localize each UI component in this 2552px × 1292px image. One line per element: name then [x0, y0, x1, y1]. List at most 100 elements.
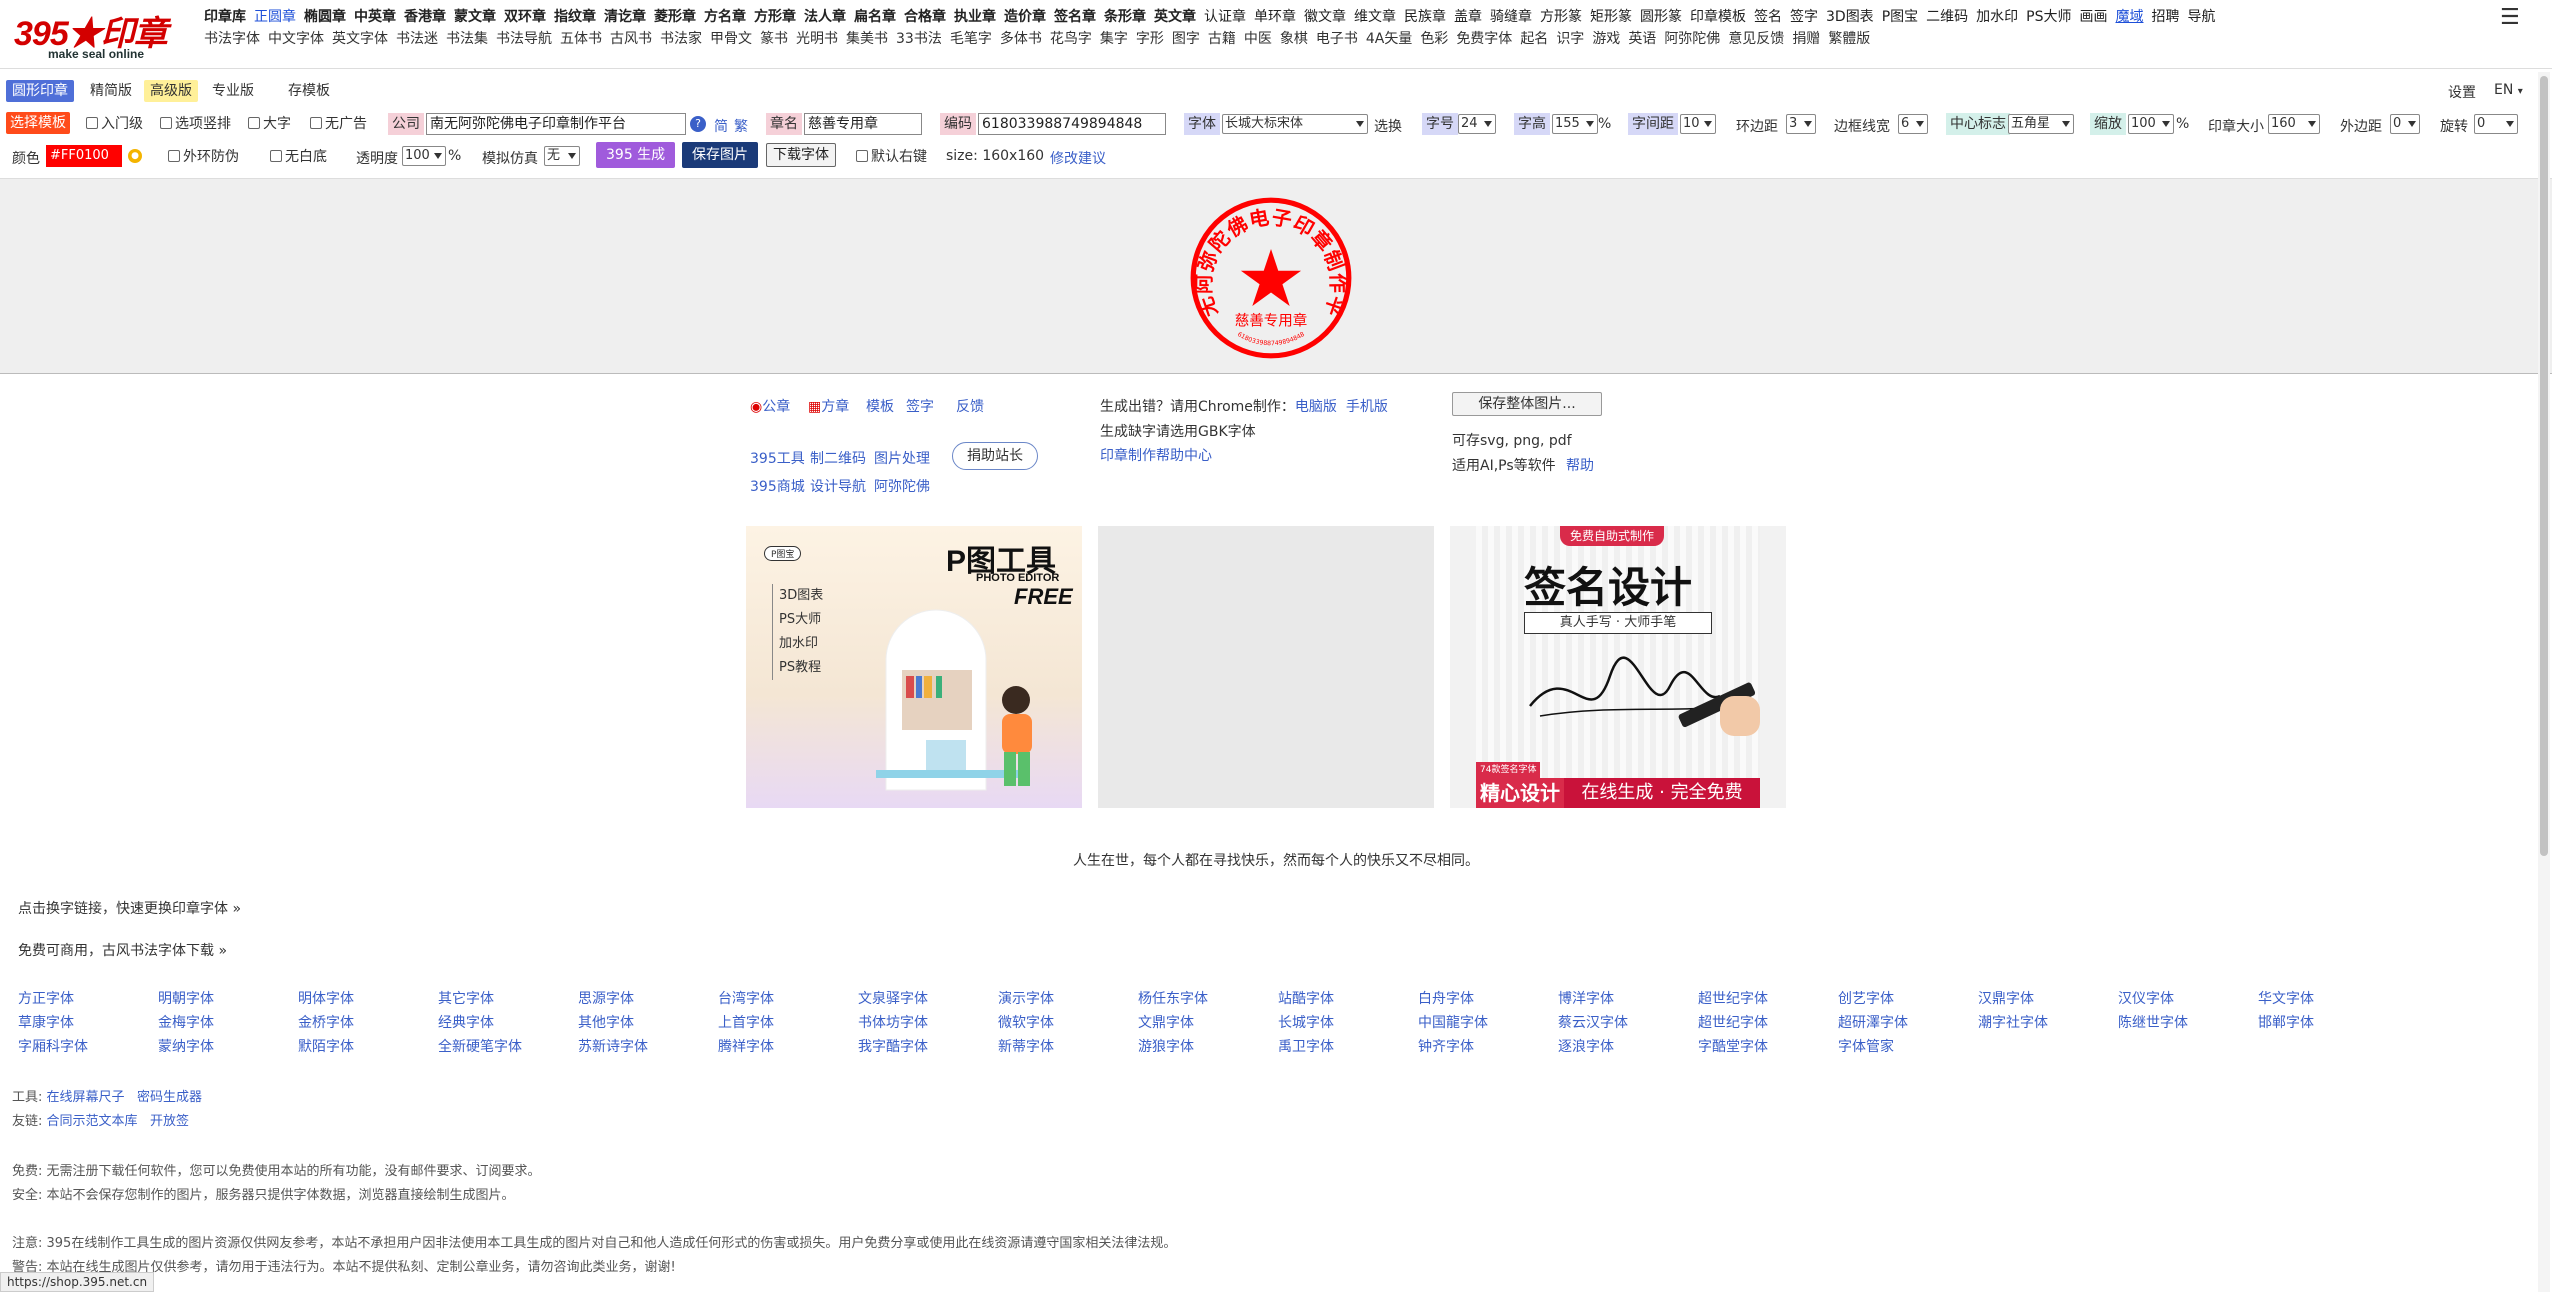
signature-design-banner[interactable]: 免费自助式制作 签名设计 真人手写 · 大师手笔 74款签名字体 精心设计 在线… [1450, 526, 1786, 808]
nav-item[interactable]: 签字 [1790, 6, 1818, 26]
nav-item[interactable]: 中文字体 [268, 28, 324, 48]
simplified-link[interactable]: 简 [714, 116, 728, 136]
border-width-select[interactable]: 6 [1898, 114, 1928, 134]
font-category-link[interactable]: 文泉驿字体 [858, 988, 928, 1008]
font-category-link[interactable]: 方正字体 [18, 988, 74, 1008]
save-image-button[interactable]: 保存图片 [682, 142, 758, 168]
traditional-link[interactable]: 繁 [734, 116, 748, 136]
nav-item[interactable]: 扁名章 [854, 6, 896, 26]
tools-link[interactable]: 395工具 [750, 448, 805, 468]
checkbox-box[interactable] [248, 117, 260, 129]
company-input[interactable]: 南无阿弥陀佛电子印章制作平台 [426, 113, 686, 135]
font-category-link[interactable]: 经典字体 [438, 1012, 494, 1032]
no-ads-checkbox[interactable]: 无广告 [310, 112, 367, 134]
nav-item[interactable]: 合格章 [904, 6, 946, 26]
help-center-link[interactable]: 印章制作帮助中心 [1100, 445, 1212, 465]
nav-item[interactable]: 起名 [1520, 28, 1548, 48]
save-all-image-button[interactable]: 保存整体图片... [1452, 392, 1602, 416]
nav-item[interactable]: 书法字体 [204, 28, 260, 48]
nav-item[interactable]: 集字 [1100, 28, 1128, 48]
scrollbar-thumb[interactable] [2540, 76, 2548, 856]
nav-item[interactable]: 色彩 [1420, 28, 1448, 48]
font-category-link[interactable]: 超世纪字体 [1698, 1012, 1768, 1032]
font-category-link[interactable]: 游狼字体 [1138, 1036, 1194, 1056]
entry-level-checkbox[interactable]: 入门级 [86, 112, 143, 134]
nav-item[interactable]: 方形篆 [1540, 6, 1582, 26]
font-category-link[interactable]: 草康字体 [18, 1012, 74, 1032]
tab-lite[interactable]: 精简版 [84, 80, 138, 102]
nav-item[interactable]: 二维码 [1926, 6, 1968, 26]
nav-item[interactable]: 骑缝章 [1490, 6, 1532, 26]
nav-item[interactable]: 魔域 [2115, 6, 2143, 26]
font-category-link[interactable]: 超世纪字体 [1698, 988, 1768, 1008]
outer-ring-security-checkbox[interactable]: 外环防伪 [168, 145, 239, 167]
nav-item[interactable]: 多体书 [1000, 28, 1042, 48]
nav-item[interactable]: 游戏 [1592, 28, 1620, 48]
contract-library-link[interactable]: 合同示范文本库 [47, 1114, 138, 1129]
nav-item[interactable]: 画画 [2079, 6, 2107, 26]
nav-item[interactable]: 33书法 [896, 28, 942, 48]
nav-item[interactable]: 识字 [1556, 28, 1584, 48]
square-seal-link[interactable]: ▦方章 [808, 396, 849, 416]
font-category-link[interactable]: 文鼎字体 [1138, 1012, 1194, 1032]
checkbox-box[interactable] [160, 117, 172, 129]
nav-item[interactable]: 签名 [1754, 6, 1782, 26]
nav-item[interactable]: 签名章 [1054, 6, 1096, 26]
nav-item[interactable]: P图宝 [1882, 6, 1918, 26]
photo-editor-banner[interactable]: P图宝 P图工具 PHOTO EDITOR FREE 3D图表 PS大师 加水印… [746, 526, 1082, 808]
download-font-button[interactable]: 下载字体 [766, 143, 836, 167]
font-category-link[interactable]: 白舟字体 [1418, 988, 1474, 1008]
font-category-link[interactable]: 明朝字体 [158, 988, 214, 1008]
checkbox-box[interactable] [168, 150, 180, 162]
font-category-link[interactable]: 演示字体 [998, 988, 1054, 1008]
nav-item[interactable]: 指纹章 [554, 6, 596, 26]
nav-item[interactable]: 书法迷 [396, 28, 438, 48]
font-category-link[interactable]: 全新硬笔字体 [438, 1036, 522, 1056]
nav-item[interactable]: 菱形章 [654, 6, 696, 26]
settings-link[interactable]: 设置 [2448, 82, 2476, 102]
checkbox-box[interactable] [310, 117, 322, 129]
site-logo[interactable]: 395★印章 make seal online [14, 6, 186, 61]
scale-select[interactable]: 100 [2128, 114, 2174, 134]
center-mark-select[interactable]: 五角星 [2008, 114, 2074, 134]
pc-version-link[interactable]: 电脑版 [1295, 399, 1337, 415]
font-category-link[interactable]: 其它字体 [438, 988, 494, 1008]
font-category-link[interactable]: 博洋字体 [1558, 988, 1614, 1008]
choose-template-button[interactable]: 选择模板 [6, 112, 70, 134]
tab-round-seal[interactable]: 圆形印章 [6, 80, 74, 102]
font-category-link[interactable]: 陈继世字体 [2118, 1012, 2188, 1032]
nav-item[interactable]: 法人章 [804, 6, 846, 26]
nav-item[interactable]: 图字 [1172, 28, 1200, 48]
nav-item[interactable]: 导航 [2187, 6, 2215, 26]
image-process-link[interactable]: 图片处理 [874, 448, 930, 468]
simulation-select[interactable]: 无 [544, 146, 580, 166]
tab-advanced[interactable]: 高级版 [144, 80, 198, 102]
seal-image[interactable]: 南无阿弥陀佛电子印章制作平台 慈善专用章 618033988749894848 [1188, 195, 1354, 361]
font-category-link[interactable]: 字酷堂字体 [1698, 1036, 1768, 1056]
font-category-link[interactable]: 字厢科字体 [18, 1036, 88, 1056]
font-category-link[interactable]: 汉仪字体 [2118, 988, 2174, 1008]
checkbox-box[interactable] [86, 117, 98, 129]
nav-item[interactable]: 书法家 [660, 28, 702, 48]
nav-item[interactable]: 篆书 [760, 28, 788, 48]
template-link[interactable]: 模板 [866, 396, 894, 416]
font-height-select[interactable]: 155 [1552, 114, 1598, 134]
font-category-link[interactable]: 潮字社字体 [1978, 1012, 2048, 1032]
tab-pro[interactable]: 专业版 [206, 80, 260, 102]
nav-item[interactable]: 免费字体 [1456, 28, 1512, 48]
help-icon[interactable]: ? [690, 116, 706, 132]
help-link[interactable]: 帮助 [1566, 455, 1594, 475]
font-category-link[interactable]: 金桥字体 [298, 1012, 354, 1032]
font-category-link[interactable]: 逐浪字体 [1558, 1036, 1614, 1056]
nav-item[interactable]: 中英章 [354, 6, 396, 26]
language-select[interactable]: EN ▾ [2494, 82, 2523, 98]
nav-item[interactable]: 圆形篆 [1640, 6, 1682, 26]
nav-item[interactable]: 3D图表 [1826, 6, 1874, 26]
nav-item[interactable]: 民族章 [1404, 6, 1446, 26]
font-category-link[interactable]: 苏新诗字体 [578, 1036, 648, 1056]
nav-item[interactable]: 英文字体 [332, 28, 388, 48]
nav-item[interactable]: 繁體版 [1828, 28, 1870, 48]
password-generator-link[interactable]: 密码生成器 [137, 1090, 202, 1105]
sign-link[interactable]: 签字 [906, 396, 934, 416]
nav-item[interactable]: 正圆章 [254, 6, 296, 26]
